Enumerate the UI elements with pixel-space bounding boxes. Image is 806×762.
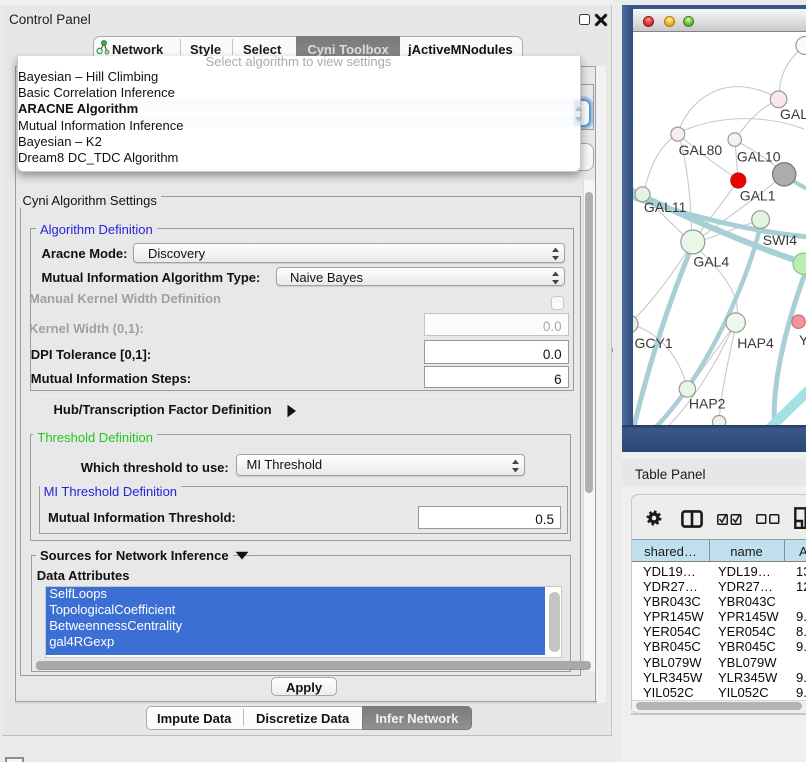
svg-text:GAL80: GAL80	[679, 141, 723, 157]
svg-text:HAP4: HAP4	[737, 335, 774, 351]
svg-text:Y: Y	[799, 332, 806, 348]
svg-text:GAL10: GAL10	[737, 148, 781, 164]
svg-text:SWI4: SWI4	[763, 232, 797, 248]
svg-text:GAL4: GAL4	[693, 253, 729, 269]
svg-text:GAL11: GAL11	[644, 198, 687, 214]
svg-text:GAL1: GAL1	[740, 187, 776, 203]
svg-text:GAL7: GAL7	[780, 105, 806, 121]
svg-text:GCY1: GCY1	[635, 335, 673, 351]
svg-text:HAP2: HAP2	[689, 395, 726, 411]
